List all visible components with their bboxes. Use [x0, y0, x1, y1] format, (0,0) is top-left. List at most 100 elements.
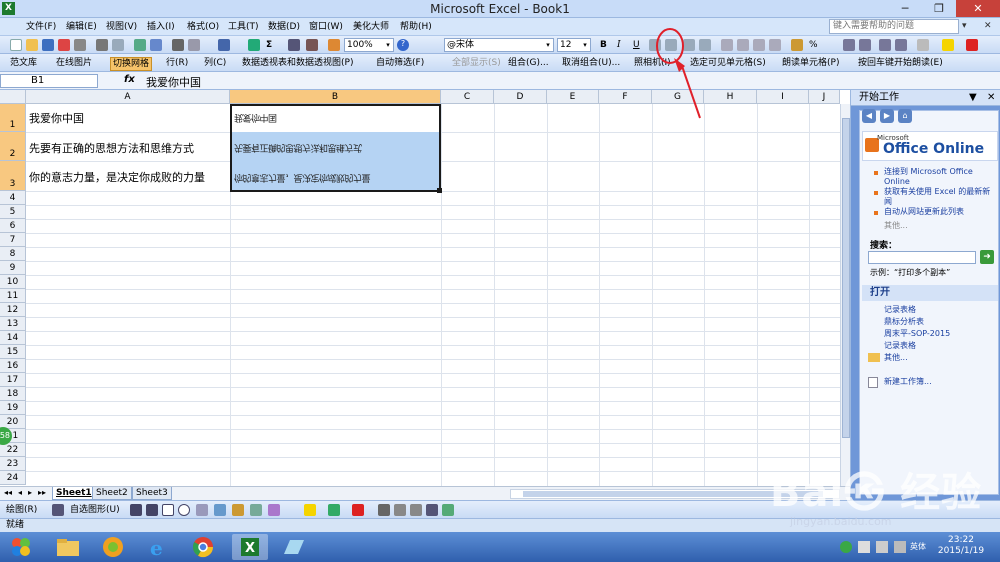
- sort-ascending-icon[interactable]: [288, 39, 300, 51]
- row-header-9[interactable]: 9: [0, 261, 26, 275]
- new-workbook-link[interactable]: 新建工作簿...: [884, 377, 996, 387]
- recent-file-4[interactable]: 记录表格: [884, 341, 996, 351]
- tray-volume-icon[interactable]: [876, 541, 888, 553]
- link-connect-office-online[interactable]: 连接到 Microsoft Office Online: [884, 167, 996, 187]
- column-header-j[interactable]: J: [809, 90, 840, 104]
- column-header-f[interactable]: F: [599, 90, 652, 104]
- increase-decimal-icon[interactable]: [843, 39, 855, 51]
- toolbar-item-row[interactable]: 行(R): [166, 57, 188, 69]
- font-size-select[interactable]: 12 ▾: [557, 38, 591, 52]
- link-more[interactable]: 其他...: [884, 221, 996, 231]
- menu-tools[interactable]: 工具(T): [226, 20, 261, 34]
- undo-icon[interactable]: [218, 39, 230, 51]
- vertical-scroll-thumb[interactable]: [842, 118, 850, 438]
- diagram-icon[interactable]: [232, 504, 244, 516]
- decrease-indent-icon[interactable]: [879, 39, 891, 51]
- print-preview-icon[interactable]: [112, 39, 124, 51]
- row-header-6[interactable]: 6: [0, 219, 26, 233]
- menu-window[interactable]: 窗口(W): [307, 20, 345, 34]
- system-clock[interactable]: 23:22 2015/1/19: [925, 535, 997, 557]
- link-auto-update[interactable]: 自动从网站更新此列表: [884, 207, 996, 217]
- new-icon[interactable]: [10, 39, 22, 51]
- oval-icon[interactable]: [178, 504, 190, 516]
- sort-descending-icon[interactable]: [306, 39, 318, 51]
- worksheet-grid[interactable]: A B C D E F G H I J 1 2 3 4 5 6 7 8 9 10…: [0, 90, 850, 486]
- dash-style-icon[interactable]: [394, 504, 406, 516]
- forward-icon[interactable]: ▶: [880, 109, 894, 123]
- align-left-icon[interactable]: [721, 39, 733, 51]
- tab-sheet3[interactable]: Sheet3: [132, 487, 172, 500]
- recent-file-1[interactable]: 记录表格: [884, 305, 996, 315]
- help-icon[interactable]: ?: [397, 39, 409, 51]
- merge-center-icon[interactable]: [769, 39, 781, 51]
- font-color-icon[interactable]: [966, 39, 978, 51]
- cell-b1[interactable]: 我爱你中国: [232, 112, 438, 125]
- draw-menu-button[interactable]: 绘图(R): [6, 504, 37, 516]
- excel-taskbar-icon[interactable]: X: [232, 534, 268, 560]
- line-icon[interactable]: [130, 504, 142, 516]
- picture-icon[interactable]: [268, 504, 280, 516]
- office-online-logo[interactable]: Microsoft Office Online: [862, 131, 998, 161]
- decrease-decimal-icon[interactable]: [859, 39, 871, 51]
- toolbar-item-show-all[interactable]: 全部显示(S): [452, 57, 501, 69]
- tab-sheet1[interactable]: Sheet1: [52, 487, 96, 500]
- hyperlink-icon[interactable]: [248, 39, 260, 51]
- column-header-a[interactable]: A: [26, 90, 230, 104]
- borders-icon[interactable]: [917, 39, 929, 51]
- font-select[interactable]: @宋体 ▾: [444, 38, 554, 52]
- row-header-4[interactable]: 4: [0, 191, 26, 205]
- back-icon[interactable]: ◀: [862, 109, 876, 123]
- toolbar-item-autofilter[interactable]: 自动筛选(F): [376, 57, 424, 69]
- fill-handle[interactable]: [437, 188, 442, 193]
- spelling-icon[interactable]: [134, 39, 146, 51]
- row-header-1[interactable]: 1: [0, 104, 26, 132]
- wordart-icon[interactable]: [214, 504, 226, 516]
- align-center-icon[interactable]: [737, 39, 749, 51]
- row-header-16[interactable]: 16: [0, 359, 26, 373]
- cut-icon[interactable]: [172, 39, 184, 51]
- fill-color-icon[interactable]: [304, 504, 316, 516]
- toolbar-item-pivot[interactable]: 数据透视表和数据透视图(P): [242, 57, 353, 69]
- menu-format[interactable]: 格式(O): [185, 20, 221, 34]
- search-go-icon[interactable]: ➜: [980, 250, 994, 264]
- research-icon[interactable]: [150, 39, 162, 51]
- column-header-e[interactable]: E: [547, 90, 599, 104]
- menu-view[interactable]: 视图(V): [104, 20, 139, 34]
- autosum-icon[interactable]: Σ: [266, 39, 272, 51]
- row-header-13[interactable]: 13: [0, 317, 26, 331]
- cell-a1[interactable]: 我爱你中国: [27, 110, 229, 126]
- task-pane-close-icon[interactable]: ✕: [987, 90, 995, 106]
- tray-security-icon[interactable]: [840, 541, 852, 553]
- open-more-link[interactable]: 其他...: [884, 353, 996, 363]
- recent-file-3[interactable]: 周末平-SOP-2015: [884, 329, 996, 339]
- task-pane-search-input[interactable]: [868, 251, 976, 264]
- row-header-11[interactable]: 11: [0, 289, 26, 303]
- internet-explorer-icon[interactable]: e: [142, 534, 178, 560]
- next-sheet-icon[interactable]: ▸: [28, 488, 32, 497]
- help-search-input[interactable]: 键入需要帮助的问题: [829, 19, 959, 34]
- first-sheet-icon[interactable]: ◂◂: [4, 488, 12, 497]
- app-taskbar-icon[interactable]: [278, 534, 314, 560]
- column-header-h[interactable]: H: [704, 90, 757, 104]
- name-box[interactable]: B1: [0, 74, 98, 88]
- menu-data[interactable]: 数据(D): [266, 20, 302, 34]
- row-header-14[interactable]: 14: [0, 331, 26, 345]
- select-objects-icon[interactable]: [52, 504, 64, 516]
- chrome-icon[interactable]: [188, 534, 224, 560]
- zoom-select[interactable]: 100% ▾: [344, 38, 394, 52]
- fill-color-icon[interactable]: [942, 39, 954, 51]
- line-color-icon[interactable]: [328, 504, 340, 516]
- toolbar-item-ungroup[interactable]: 取消组合(U)...: [562, 57, 620, 69]
- tab-sheet2[interactable]: Sheet2: [92, 487, 132, 500]
- prev-sheet-icon[interactable]: ◂: [18, 488, 22, 497]
- row-header-15[interactable]: 15: [0, 345, 26, 359]
- toolbar-item-column[interactable]: 列(C): [204, 57, 226, 69]
- recent-file-2[interactable]: 鼎标分析表: [884, 317, 996, 327]
- email-icon[interactable]: [74, 39, 86, 51]
- column-header-i[interactable]: I: [757, 90, 809, 104]
- ime-indicator[interactable]: 英体: [910, 541, 926, 552]
- media-player-icon[interactable]: [98, 534, 134, 560]
- textbox-icon[interactable]: [196, 504, 208, 516]
- row-header-5[interactable]: 5: [0, 205, 26, 219]
- workbook-close-icon[interactable]: ✕: [984, 21, 992, 31]
